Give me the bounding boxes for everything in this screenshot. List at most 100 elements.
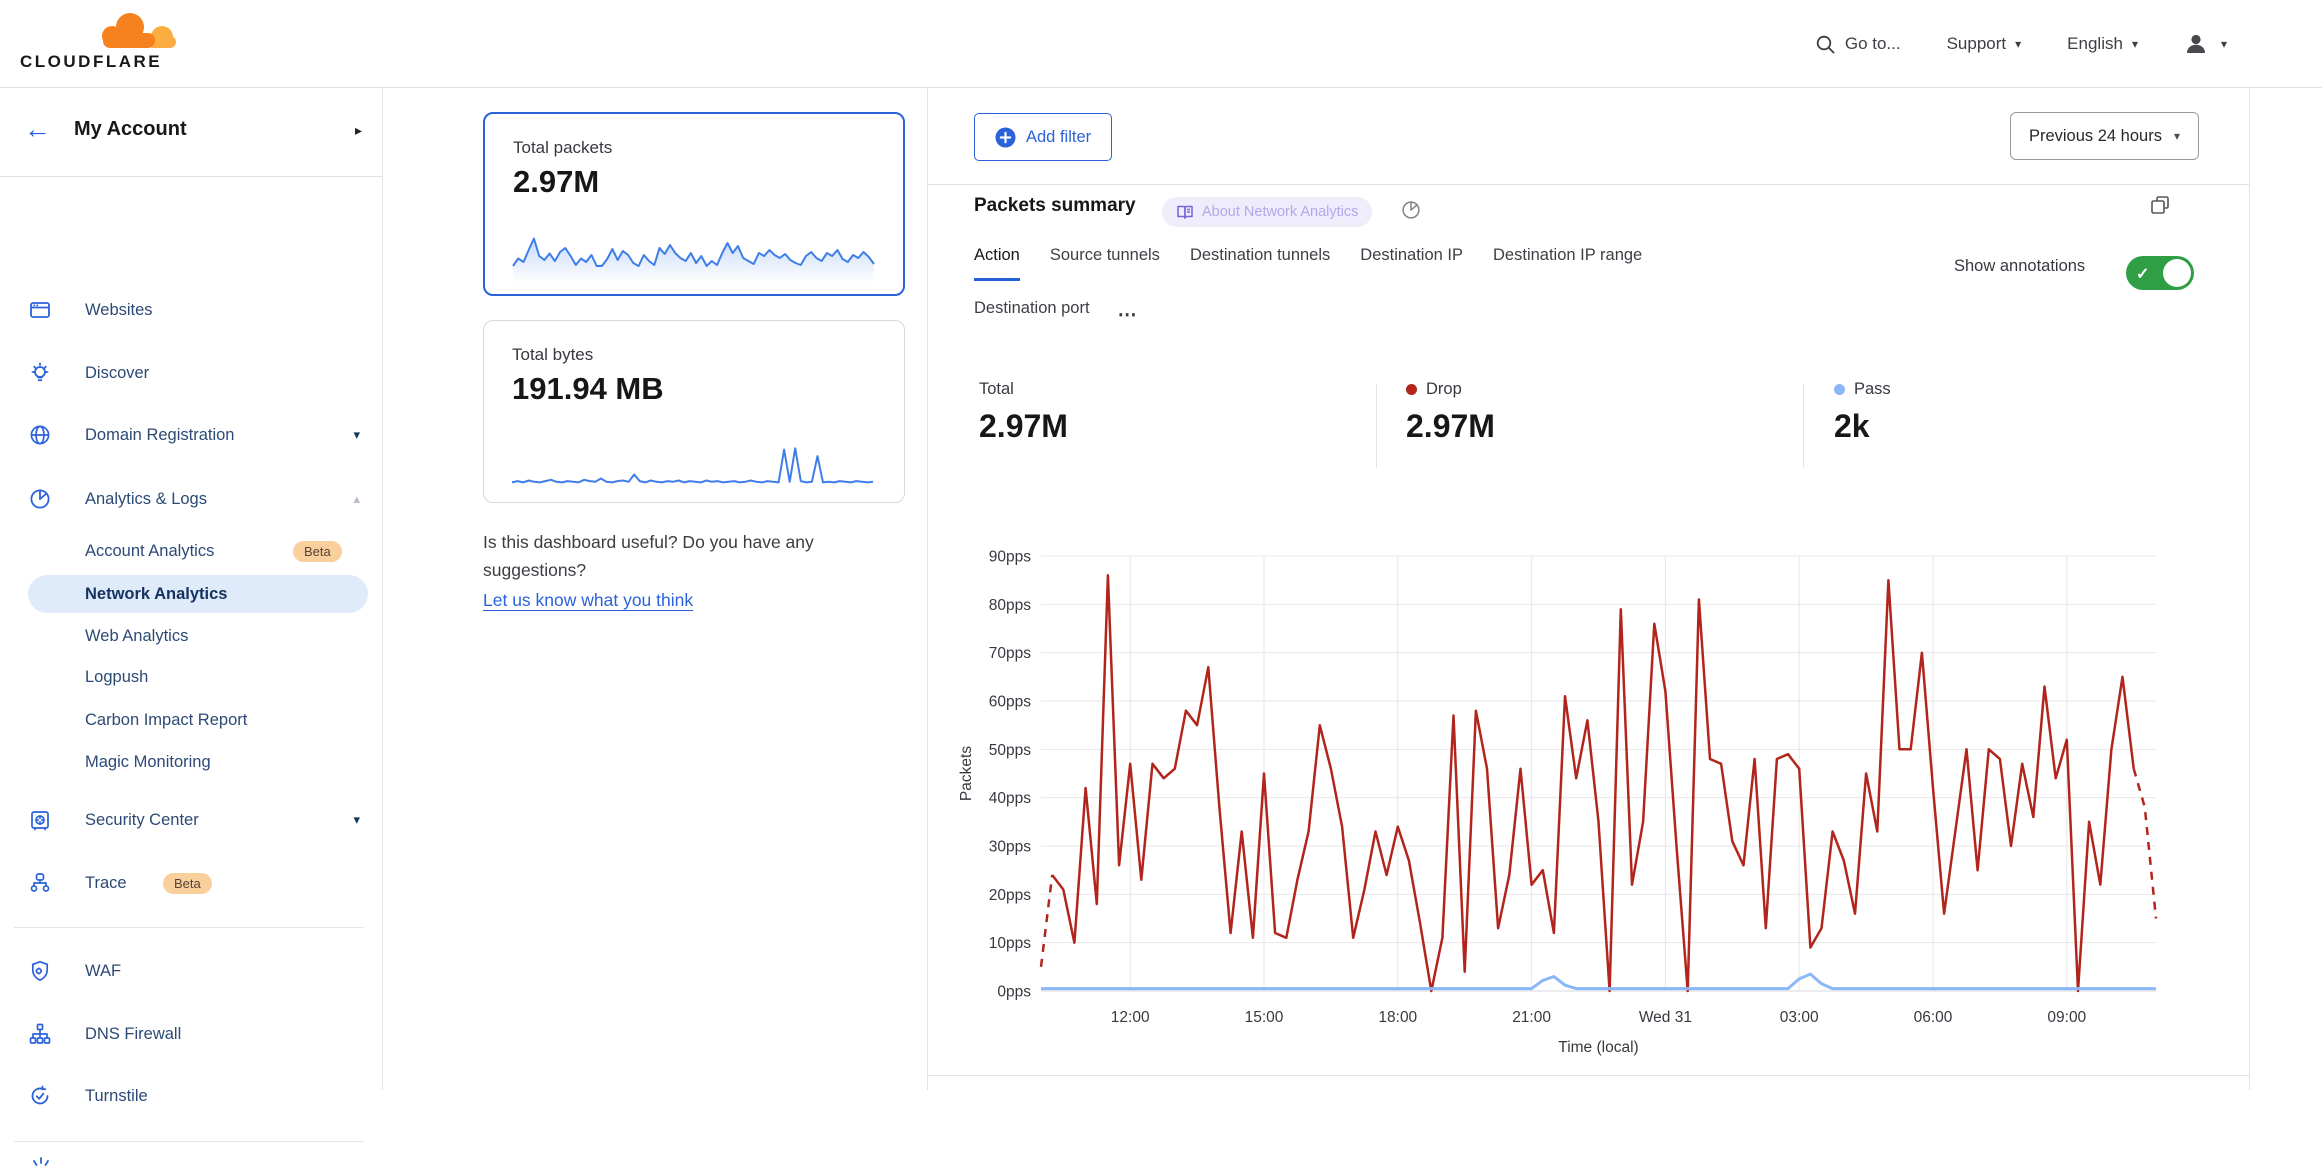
svg-text:10pps: 10pps	[989, 935, 1031, 952]
toggle-knob	[2163, 259, 2191, 287]
expand-panel-icon[interactable]	[2149, 194, 2171, 216]
show-annotations-label: Show annotations	[1954, 251, 2086, 282]
card-value: 2.97M	[513, 164, 599, 200]
main-panel: Add filter Previous 24 hours ▾ Packets s…	[927, 88, 2250, 1090]
chevron-down-icon: ▾	[353, 812, 360, 828]
back-arrow-icon[interactable]: ←	[24, 114, 51, 145]
svg-text:40pps: 40pps	[989, 790, 1031, 807]
shield-gear-icon	[28, 959, 52, 983]
cloudflare-logo[interactable]: CLOUDFLARE	[20, 6, 190, 82]
card-label: Total bytes	[512, 345, 593, 365]
packets-sparkline	[511, 222, 876, 284]
sidebar-item-web-analytics[interactable]: Web Analytics	[0, 614, 382, 658]
sidebar-divider	[14, 1141, 364, 1142]
account-menu[interactable]: ▾	[2184, 32, 2227, 56]
time-range-select[interactable]: Previous 24 hours ▾	[2010, 112, 2199, 160]
top-header: CLOUDFLARE Go to... Support ▾ English ▾ …	[0, 0, 2322, 88]
search-icon	[1815, 34, 1836, 55]
card-value: 191.94 MB	[512, 371, 664, 407]
feedback-question: Is this dashboard useful? Do you have an…	[483, 528, 915, 584]
sidebar-item-magic-monitoring[interactable]: Magic Monitoring	[0, 740, 382, 784]
svg-text:18:00: 18:00	[1378, 1009, 1417, 1026]
sidebar-item-dns-firewall[interactable]: DNS Firewall	[0, 1012, 382, 1056]
svg-text:Packets: Packets	[958, 746, 975, 801]
check-icon: ✓	[2136, 264, 2149, 284]
refresh-check-icon	[28, 1084, 52, 1108]
sidebar: ← My Account ▸ Websites Discover Domain …	[0, 88, 383, 1090]
trace-icon	[28, 871, 52, 895]
sidebar-item-discover[interactable]: Discover	[0, 351, 382, 395]
hierarchy-icon	[28, 1022, 52, 1046]
sidebar-item-carbon-impact-report[interactable]: Carbon Impact Report	[0, 698, 382, 742]
sidebar-item-domain-registration[interactable]: Domain Registration ▾	[0, 413, 382, 457]
pie-chart-icon	[28, 487, 52, 511]
sidebar-item-trace[interactable]: Trace Beta	[0, 861, 382, 905]
sidebar-item-turnstile[interactable]: Turnstile	[0, 1074, 382, 1118]
svg-text:21:00: 21:00	[1512, 1009, 1551, 1026]
chevron-down-icon: ▾	[353, 427, 360, 443]
zero-trust-partial-icon[interactable]	[28, 1156, 54, 1172]
drop-legend-dot	[1406, 384, 1417, 395]
account-title: My Account	[74, 118, 187, 141]
chevron-down-icon: ▾	[2132, 38, 2138, 50]
sidebar-item-waf[interactable]: WAF	[0, 949, 382, 993]
sidebar-divider	[14, 927, 364, 928]
account-header: ← My Account ▸	[0, 88, 382, 177]
sidebar-item-logpush[interactable]: Logpush	[0, 655, 382, 699]
about-network-analytics-badge[interactable]: About Network Analytics	[1162, 197, 1372, 227]
support-menu[interactable]: Support ▾	[1947, 34, 2022, 54]
filter-bar: Add filter Previous 24 hours ▾	[928, 88, 2249, 185]
total-bytes-card[interactable]: Total bytes 191.94 MB	[483, 320, 905, 503]
sidebar-item-account-analytics[interactable]: Account Analytics Beta	[0, 529, 382, 573]
lightbulb-icon	[28, 361, 52, 385]
support-label: Support	[1947, 34, 2007, 54]
svg-text:Wed 31: Wed 31	[1639, 1009, 1692, 1026]
annotations-toggle[interactable]: ✓	[2126, 256, 2194, 290]
card-label: Total packets	[513, 138, 612, 158]
chevron-right-icon[interactable]: ▸	[355, 122, 362, 139]
svg-text:20pps: 20pps	[989, 887, 1031, 904]
chevron-up-icon: ▴	[353, 491, 360, 507]
tab-destination-tunnels[interactable]: Destination tunnels	[1190, 246, 1330, 281]
language-label: English	[2067, 34, 2123, 54]
more-tabs-icon[interactable]: ⋯	[1118, 304, 1138, 327]
packets-time-series-chart: 0pps10pps20pps30pps40pps50pps60pps70pps8…	[941, 533, 2251, 1073]
add-filter-button[interactable]: Add filter	[974, 113, 1112, 161]
bytes-sparkline	[510, 434, 875, 492]
dimension-tabs-row2: Destination port ⋯	[974, 299, 1138, 331]
svg-text:Time (local): Time (local)	[1558, 1039, 1638, 1056]
svg-text:30pps: 30pps	[989, 839, 1031, 856]
sidebar-item-analytics-logs[interactable]: Analytics & Logs ▴	[0, 477, 382, 521]
tab-destination-ip[interactable]: Destination IP	[1360, 246, 1463, 281]
svg-text:50pps: 50pps	[989, 742, 1031, 759]
stat-pass: Pass 2k	[1834, 380, 1891, 445]
pie-chart-icon[interactable]	[1400, 199, 1422, 221]
tab-source-tunnels[interactable]: Source tunnels	[1050, 246, 1160, 281]
chevron-down-icon: ▾	[2015, 38, 2021, 50]
browser-icon	[28, 298, 52, 322]
stat-pass-value: 2k	[1834, 408, 1891, 445]
svg-text:09:00: 09:00	[2047, 1009, 2086, 1026]
tab-destination-port[interactable]: Destination port	[974, 299, 1090, 331]
chevron-down-icon: ▾	[2174, 130, 2180, 142]
sidebar-item-network-analytics[interactable]: Network Analytics	[0, 572, 382, 616]
book-icon	[1176, 203, 1194, 221]
stat-total-value: 2.97M	[979, 408, 1068, 445]
panel-title: Packets summary	[974, 195, 1136, 217]
total-packets-card[interactable]: Total packets 2.97M	[483, 112, 905, 296]
dimension-tabs: Action Source tunnels Destination tunnel…	[974, 246, 1642, 281]
beta-badge: Beta	[293, 541, 342, 562]
stat-drop-value: 2.97M	[1406, 408, 1495, 445]
tab-destination-ip-range[interactable]: Destination IP range	[1493, 246, 1642, 281]
language-menu[interactable]: English ▾	[2067, 34, 2138, 54]
logo-wordmark: CLOUDFLARE	[20, 52, 162, 72]
panel-bottom-border	[928, 1075, 2249, 1076]
goto-search[interactable]: Go to...	[1815, 34, 1901, 55]
feedback-link[interactable]: Let us know what you think	[483, 586, 693, 614]
sidebar-item-websites[interactable]: Websites	[0, 288, 382, 332]
tab-action[interactable]: Action	[974, 246, 1020, 281]
sidebar-item-security-center[interactable]: Security Center ▾	[0, 798, 382, 842]
svg-text:06:00: 06:00	[1914, 1009, 1953, 1026]
goto-label: Go to...	[1845, 34, 1901, 54]
svg-text:0pps: 0pps	[997, 984, 1031, 1001]
